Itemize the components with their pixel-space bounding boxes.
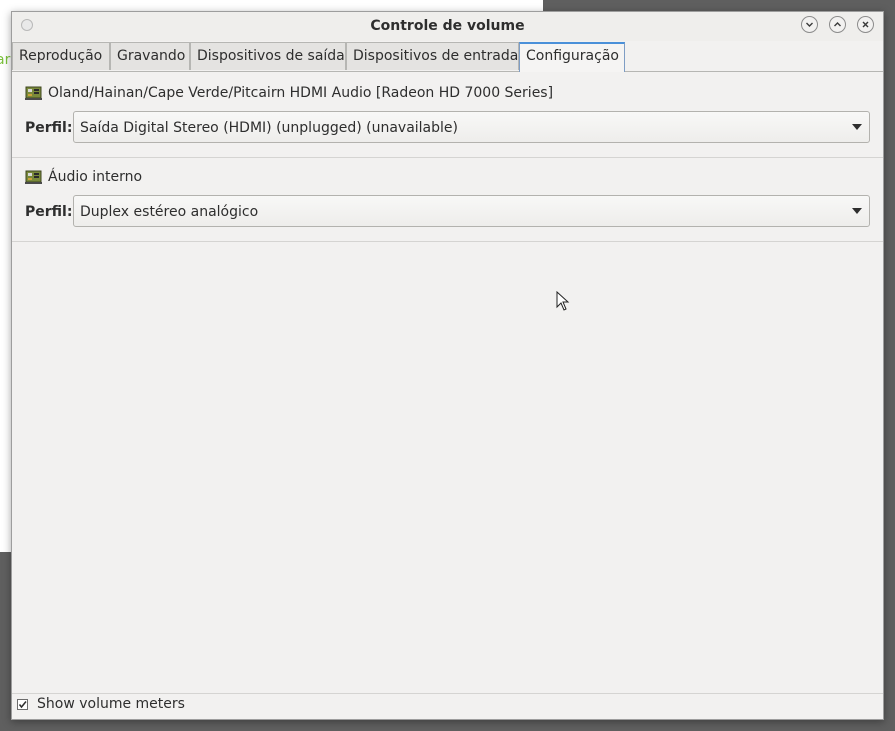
dropdown-arrow-icon: [852, 208, 862, 214]
close-button[interactable]: [857, 16, 874, 33]
profile-dropdown-value: Duplex estéreo analógico: [80, 204, 259, 220]
maximize-button[interactable]: [829, 16, 846, 33]
footer-divider: [12, 693, 883, 694]
card-title-text: Oland/Hainan/Cape Verde/Pitcairn HDMI Au…: [48, 85, 554, 101]
volume-control-window: Controle de volume Reprodução Gravando D…: [11, 11, 884, 720]
card-hdmi-audio: Oland/Hainan/Cape Verde/Pitcairn HDMI Au…: [12, 82, 883, 158]
show-volume-meters-checkbox[interactable]: [17, 699, 28, 710]
card-title: Áudio interno: [25, 169, 142, 185]
profile-label: Perfil:: [25, 120, 73, 136]
profile-dropdown[interactable]: Duplex estéreo analógico: [73, 195, 870, 227]
tab-dispositivos-saida[interactable]: Dispositivos de saída: [190, 42, 346, 70]
window-title: Controle de volume: [370, 18, 525, 34]
show-volume-meters-label[interactable]: Show volume meters: [37, 696, 185, 712]
mouse-cursor-icon: [556, 291, 570, 311]
card-title-text: Áudio interno: [48, 169, 143, 185]
checkmark-icon: [18, 701, 27, 709]
card-title: Oland/Hainan/Cape Verde/Pitcairn HDMI Au…: [25, 85, 553, 101]
close-icon: [862, 21, 869, 28]
dropdown-arrow-icon: [852, 124, 862, 130]
chevron-up-icon: [834, 22, 841, 27]
tab-gravando[interactable]: Gravando: [110, 42, 190, 70]
chevron-down-icon: [806, 22, 813, 27]
profile-dropdown[interactable]: Saída Digital Stereo (HDMI) (unplugged) …: [73, 111, 870, 143]
tab-configuracao[interactable]: Configuração: [519, 42, 625, 72]
card-audio-interno: Áudio interno Perfil: Duplex estéreo ana…: [12, 166, 883, 242]
titlebar[interactable]: Controle de volume: [12, 12, 883, 41]
background-window-text: ar: [0, 52, 11, 68]
tab-bar: Reprodução Gravando Dispositivos de saíd…: [12, 42, 883, 72]
tab-dispositivos-entrada[interactable]: Dispositivos de entrada: [346, 42, 519, 70]
tab-reproducao[interactable]: Reprodução: [12, 42, 110, 70]
sound-card-icon: [25, 170, 42, 184]
profile-label: Perfil:: [25, 204, 73, 220]
profile-dropdown-value: Saída Digital Stereo (HDMI) (unplugged) …: [80, 120, 458, 136]
minimize-button[interactable]: [801, 16, 818, 33]
sound-card-icon: [25, 86, 42, 100]
